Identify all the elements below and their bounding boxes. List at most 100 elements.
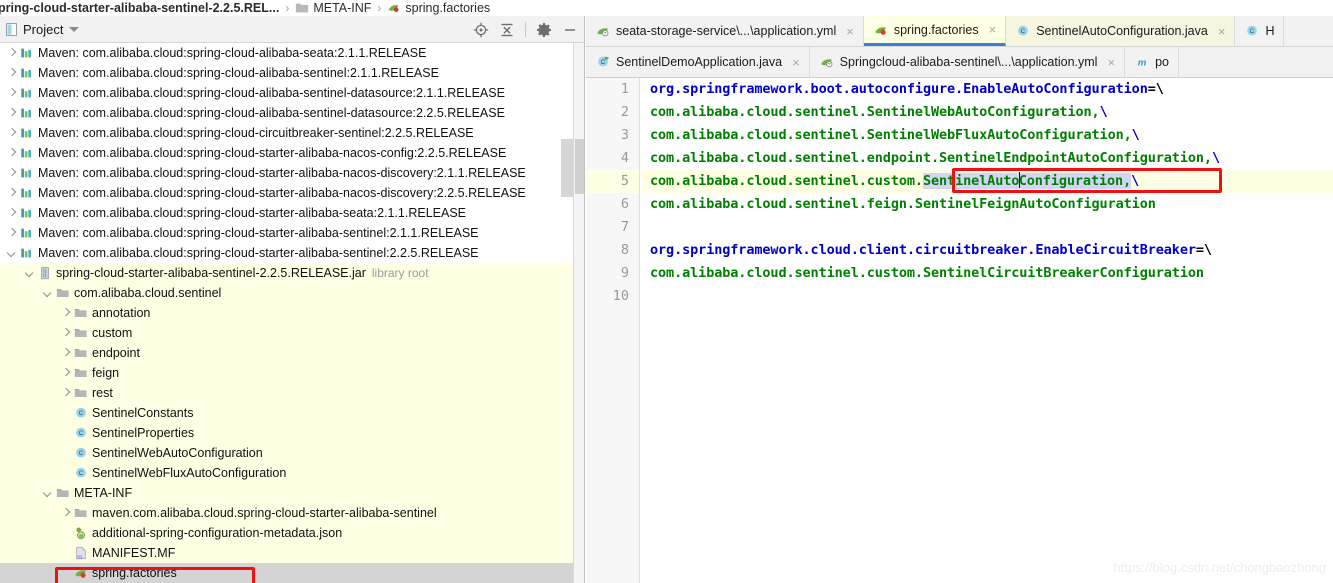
chevron-right-icon[interactable] bbox=[6, 128, 17, 139]
code-line[interactable]: com.alibaba.cloud.sentinel.feign.Sentine… bbox=[641, 193, 1333, 216]
tab-close-icon[interactable]: × bbox=[1107, 56, 1115, 69]
tree-row[interactable]: Maven: com.alibaba.cloud:spring-cloud-al… bbox=[0, 103, 584, 123]
code-line[interactable]: com.alibaba.cloud.sentinel.custom.Sentin… bbox=[641, 170, 1333, 193]
tree-row[interactable]: META-INF bbox=[0, 483, 584, 503]
locate-icon[interactable] bbox=[473, 22, 489, 38]
editor-area: seata-storage-service\...\application.ym… bbox=[586, 16, 1333, 583]
chevron-right-icon[interactable] bbox=[6, 228, 17, 239]
tree-row[interactable]: @ additional-spring-configuration-metadat… bbox=[0, 523, 584, 543]
tree-row[interactable]: rest bbox=[0, 383, 584, 403]
tree-row[interactable]: Maven: com.alibaba.cloud:spring-cloud-al… bbox=[0, 63, 584, 83]
editor-tab-label: spring.factories bbox=[893, 22, 979, 37]
code-line[interactable]: com.alibaba.cloud.sentinel.custom.Sentin… bbox=[641, 262, 1333, 285]
tree-row[interactable]: Maven: com.alibaba.cloud:spring-cloud-st… bbox=[0, 163, 584, 183]
tree-row[interactable]: Maven: com.alibaba.cloud:spring-cloud-st… bbox=[0, 203, 584, 223]
chevron-down-icon[interactable] bbox=[69, 26, 80, 32]
chevron-right-icon[interactable] bbox=[60, 348, 71, 359]
editor-tab-row-secondary[interactable]: C SentinelDemoApplication.java × Springclou… bbox=[586, 47, 1333, 78]
editor-tab[interactable]: C SentinelDemoApplication.java × bbox=[586, 47, 810, 77]
chevron-down-icon[interactable] bbox=[42, 488, 53, 499]
code-line[interactable] bbox=[641, 216, 1333, 239]
editor-tab[interactable]: spring.factories × bbox=[863, 16, 1007, 46]
collapse-all-icon[interactable] bbox=[499, 22, 515, 38]
tab-close-icon[interactable]: × bbox=[792, 56, 800, 69]
code-line[interactable]: com.alibaba.cloud.sentinel.SentinelWebFl… bbox=[641, 124, 1333, 147]
chevron-right-icon[interactable] bbox=[6, 168, 17, 179]
chevron-right-icon[interactable] bbox=[6, 108, 17, 119]
chevron-down-icon[interactable] bbox=[24, 268, 35, 279]
editor-tab-row-primary[interactable]: seata-storage-service\...\application.ym… bbox=[586, 16, 1333, 47]
tree-row[interactable]: Maven: com.alibaba.cloud:spring-cloud-al… bbox=[0, 43, 584, 63]
code-token-part: Configuration bbox=[1018, 173, 1124, 189]
code-line[interactable]: org.springframework.boot.autoconfigure.E… bbox=[641, 78, 1333, 101]
code-line[interactable]: com.alibaba.cloud.sentinel.SentinelWebAu… bbox=[641, 101, 1333, 124]
code-token: com.alibaba.cloud.sentinel.custom. bbox=[650, 173, 923, 189]
tree-row-spacer bbox=[60, 428, 71, 439]
tree-row[interactable]: Maven: com.alibaba.cloud:spring-cloud-al… bbox=[0, 83, 584, 103]
tree-row[interactable]: spring.factories bbox=[0, 563, 584, 583]
project-panel-title: Project bbox=[23, 21, 64, 37]
chevron-right-icon[interactable] bbox=[6, 208, 17, 219]
chevron-right-icon[interactable] bbox=[6, 48, 17, 59]
tree-row[interactable]: C SentinelWebFluxAutoConfiguration bbox=[0, 463, 584, 483]
tree-row[interactable]: C SentinelConstants bbox=[0, 403, 584, 423]
tree-row[interactable]: feign bbox=[0, 363, 584, 383]
editor-tab[interactable]: seata-storage-service\...\application.ym… bbox=[586, 16, 864, 46]
tab-close-icon[interactable]: × bbox=[1218, 25, 1226, 38]
chevron-right-icon[interactable] bbox=[60, 508, 71, 519]
tree-row-label: Maven: com.alibaba.cloud:spring-cloud-st… bbox=[38, 246, 479, 260]
project-tree-scrollbar[interactable] bbox=[573, 43, 584, 583]
chevron-right-icon[interactable] bbox=[60, 308, 71, 319]
editor-tab[interactable]: Springcloud-alibaba-sentinel\...\applica… bbox=[809, 47, 1126, 77]
breadcrumb-item-metainf[interactable]: META-INF bbox=[293, 1, 373, 15]
gear-icon[interactable] bbox=[536, 22, 552, 38]
code-token: , bbox=[1091, 104, 1100, 120]
tree-row[interactable]: C SentinelProperties bbox=[0, 423, 584, 443]
tree-row[interactable]: Maven: com.alibaba.cloud:spring-cloud-st… bbox=[0, 243, 584, 263]
tree-row[interactable]: Maven: com.alibaba.cloud:spring-cloud-st… bbox=[0, 223, 584, 243]
code-token: com.alibaba.cloud.sentinel.SentinelWebAu… bbox=[650, 104, 1092, 120]
tree-row[interactable]: custom bbox=[0, 323, 584, 343]
chevron-right-icon[interactable] bbox=[6, 148, 17, 159]
tree-row[interactable]: com.alibaba.cloud.sentinel bbox=[0, 283, 584, 303]
chevron-right-icon[interactable] bbox=[6, 188, 17, 199]
editor-tab[interactable]: C SentinelAutoConfiguration.java × bbox=[1006, 16, 1236, 46]
chevron-right-icon[interactable] bbox=[60, 328, 71, 339]
tree-row[interactable]: spring-cloud-starter-alibaba-sentinel-2.… bbox=[0, 263, 584, 283]
chevron-down-icon[interactable] bbox=[42, 288, 53, 299]
code-token: \ bbox=[1099, 104, 1108, 120]
tree-row-label: Maven: com.alibaba.cloud:spring-cloud-ci… bbox=[38, 126, 474, 140]
chevron-right-icon[interactable] bbox=[60, 388, 71, 399]
editor-tab-label: H bbox=[1265, 24, 1275, 38]
editor-tab-label: seata-storage-service\...\application.ym… bbox=[616, 24, 837, 38]
tab-close-icon[interactable]: × bbox=[989, 23, 997, 36]
project-tree-scroll-thumb-overlay[interactable] bbox=[561, 139, 573, 197]
editor-code-area[interactable]: org.springframework.boot.autoconfigure.E… bbox=[641, 78, 1333, 583]
tree-row[interactable]: annotation bbox=[0, 303, 584, 323]
chevron-right-icon[interactable] bbox=[6, 88, 17, 99]
code-line[interactable]: com.alibaba.cloud.sentinel.endpoint.Sent… bbox=[641, 147, 1333, 170]
tree-row[interactable]: maven.com.alibaba.cloud.spring-cloud-sta… bbox=[0, 503, 584, 523]
project-tree[interactable]: Maven: com.alibaba.cloud:spring-cloud-al… bbox=[0, 43, 584, 583]
code-line[interactable] bbox=[641, 285, 1333, 308]
tree-row[interactable]: Maven: com.alibaba.cloud:spring-cloud-ci… bbox=[0, 123, 584, 143]
tree-row[interactable]: endpoint bbox=[0, 343, 584, 363]
breadcrumb-item-file[interactable]: spring.factories bbox=[385, 1, 492, 15]
tree-row[interactable]: Maven: com.alibaba.cloud:spring-cloud-st… bbox=[0, 183, 584, 203]
editor-tab[interactable]: CH bbox=[1235, 16, 1285, 46]
chevron-right-icon[interactable] bbox=[6, 68, 17, 79]
breadcrumb-item-jar[interactable]: pring-cloud-starter-alibaba-sentinel-2.2… bbox=[0, 1, 281, 15]
tab-close-icon[interactable]: × bbox=[846, 25, 854, 38]
tree-row-label: Maven: com.alibaba.cloud:spring-cloud-al… bbox=[38, 46, 427, 60]
tree-row[interactable]: Maven: com.alibaba.cloud:spring-cloud-st… bbox=[0, 143, 584, 163]
chevron-right-icon[interactable] bbox=[60, 368, 71, 379]
project-tool-window-selector[interactable]: Project bbox=[6, 21, 80, 37]
code-line[interactable]: org.springframework.cloud.client.circuit… bbox=[641, 239, 1333, 262]
tree-row[interactable]: C SentinelWebAutoConfiguration bbox=[0, 443, 584, 463]
project-tree-scroll-thumb[interactable] bbox=[575, 139, 584, 194]
editor-tab[interactable]: m po bbox=[1125, 47, 1179, 77]
minimize-icon[interactable] bbox=[562, 22, 578, 38]
spring-class-icon: C bbox=[598, 56, 609, 67]
chevron-down-icon[interactable] bbox=[6, 248, 17, 259]
tree-row[interactable]: MF MANIFEST.MF bbox=[0, 543, 584, 563]
